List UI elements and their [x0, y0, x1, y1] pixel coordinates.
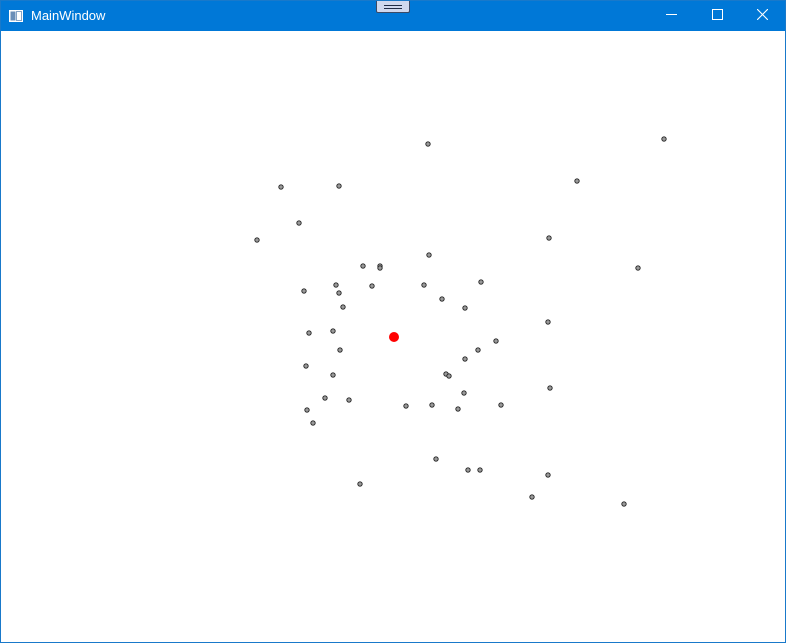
main-window: MainWindow [0, 0, 786, 643]
dot [621, 501, 627, 507]
target-dot[interactable] [389, 332, 399, 342]
dot [478, 279, 484, 285]
dot [360, 263, 366, 269]
dot [425, 141, 431, 147]
dot [661, 136, 667, 142]
scatter-area[interactable] [1, 31, 785, 642]
window-title: MainWindow [31, 8, 106, 23]
dot [330, 372, 336, 378]
dot [462, 356, 468, 362]
dot [421, 282, 427, 288]
minimize-button[interactable] [648, 1, 694, 31]
dot [529, 494, 535, 500]
dot [446, 373, 452, 379]
dot [301, 288, 307, 294]
dot [475, 347, 481, 353]
grip-line [384, 8, 402, 9]
dot [296, 220, 302, 226]
grip-line [384, 5, 402, 6]
dot [322, 395, 328, 401]
dot [306, 330, 312, 336]
dot [403, 403, 409, 409]
dot [426, 252, 432, 258]
dot [545, 319, 551, 325]
dot [340, 304, 346, 310]
dot [346, 397, 352, 403]
dot [498, 402, 504, 408]
dot [336, 183, 342, 189]
dot [330, 328, 336, 334]
app-window-icon [9, 9, 23, 22]
close-button[interactable] [739, 1, 785, 31]
dot [357, 481, 363, 487]
drawing-canvas[interactable] [1, 31, 785, 642]
dot [333, 282, 339, 288]
dot [461, 390, 467, 396]
dot [439, 296, 445, 302]
dot [336, 290, 342, 296]
dot [304, 407, 310, 413]
dot [377, 265, 383, 271]
dot [278, 184, 284, 190]
dot [477, 467, 483, 473]
dot [429, 402, 435, 408]
dot [369, 283, 375, 289]
dot [546, 235, 552, 241]
dot [545, 472, 551, 478]
maximize-icon [711, 7, 723, 25]
dot [465, 467, 471, 473]
dot [462, 305, 468, 311]
dot [254, 237, 260, 243]
debug-toolbar-handle[interactable] [376, 1, 410, 13]
minimize-icon [665, 7, 677, 25]
dot [310, 420, 316, 426]
dot [547, 385, 553, 391]
dot [574, 178, 580, 184]
dot [337, 347, 343, 353]
dot [493, 338, 499, 344]
maximize-button[interactable] [694, 1, 740, 31]
dot [303, 363, 309, 369]
dot [455, 406, 461, 412]
dot [635, 265, 641, 271]
dot [433, 456, 439, 462]
close-icon [756, 7, 768, 25]
